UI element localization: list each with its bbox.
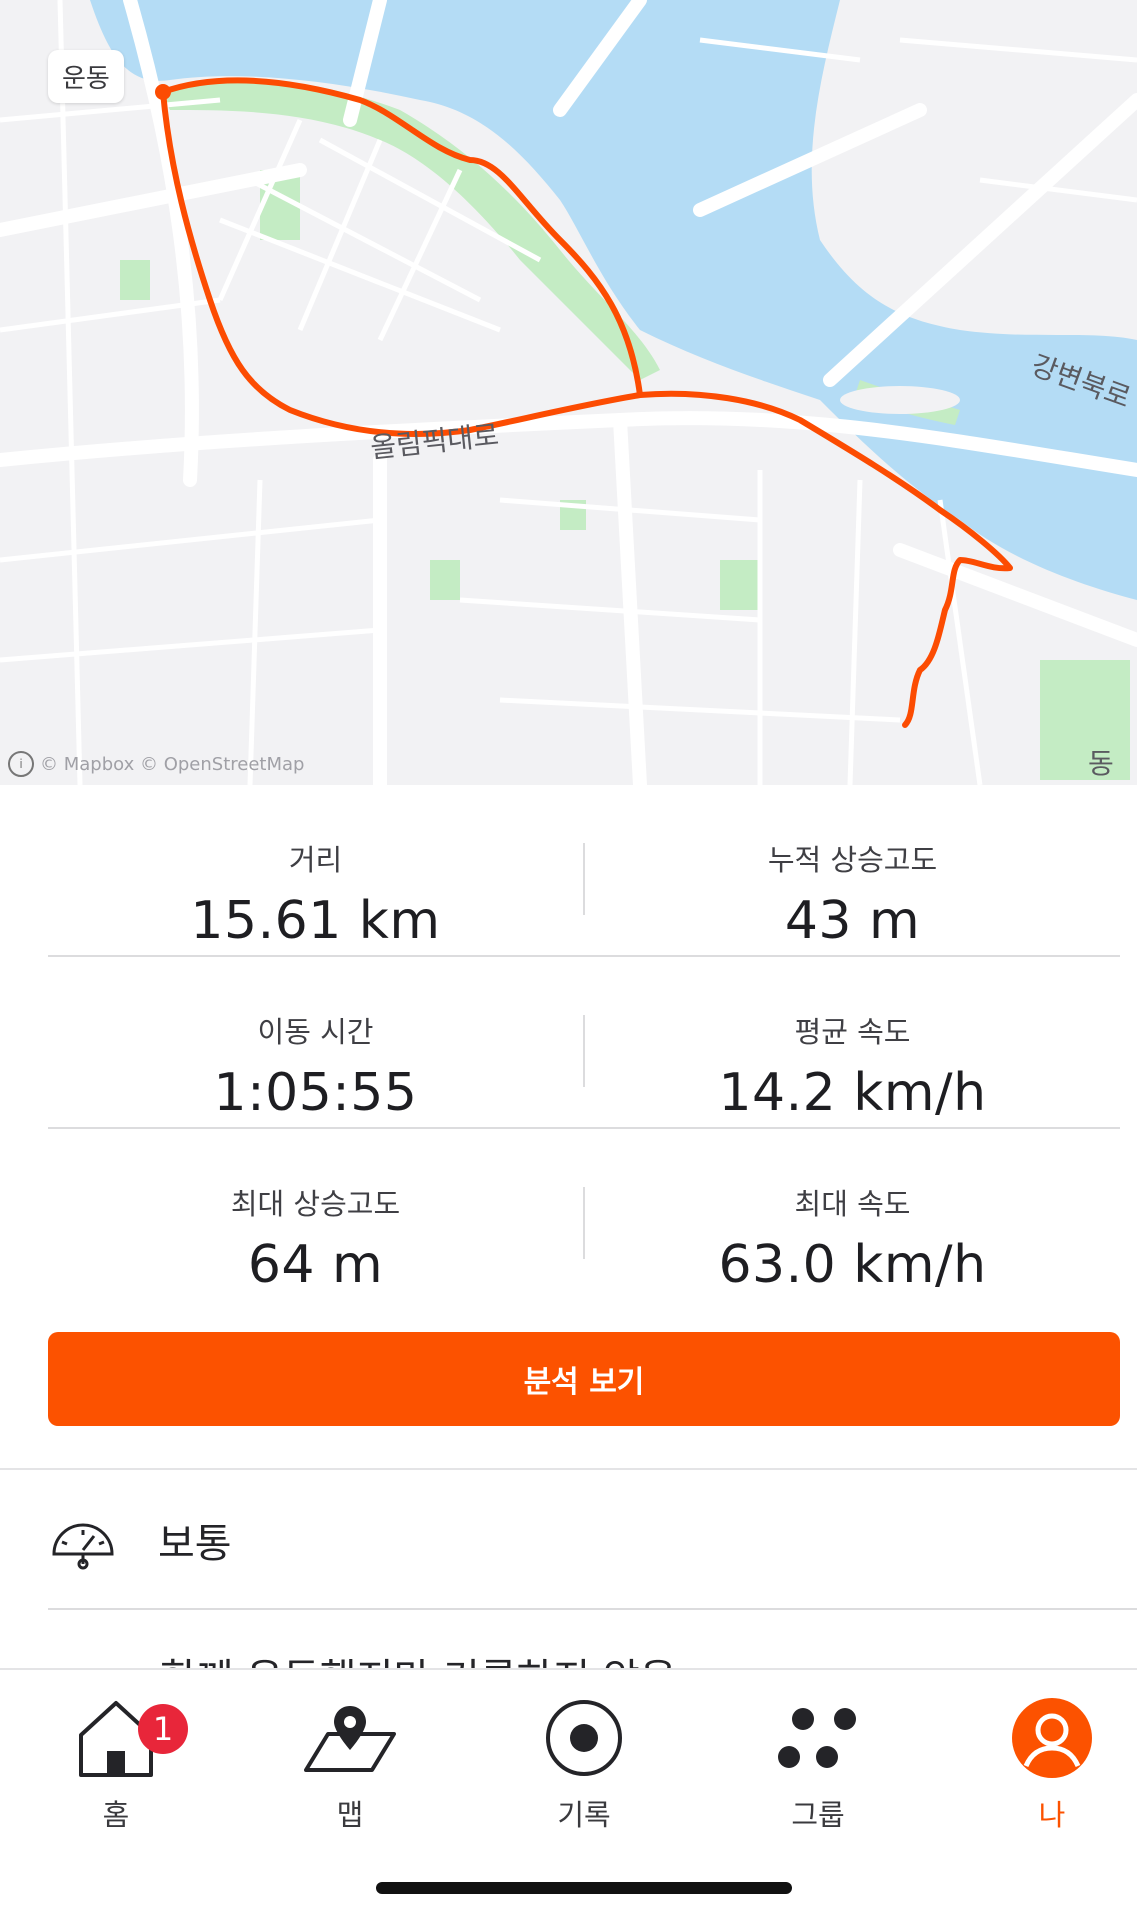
stat-label: 최대 속도 xyxy=(794,1187,911,1221)
tab-home[interactable]: 1 홈 xyxy=(46,1688,188,1834)
tab-label: 나 xyxy=(1038,1798,1066,1832)
stat-max-elevation: 최대 상승고도 64 m xyxy=(48,1129,583,1295)
stat-label: 최대 상승고도 xyxy=(230,1187,401,1221)
groups-icon xyxy=(778,1708,856,1768)
gauge-icon xyxy=(52,1523,114,1570)
record-icon xyxy=(546,1700,622,1776)
stats-row: 거리 15.61 km 누적 상승고도 43 m xyxy=(48,785,1120,957)
tab-profile[interactable]: 나 xyxy=(982,1688,1122,1834)
stat-value: 64 m xyxy=(247,1235,384,1295)
stats-row: 이동 시간 1:05:55 평균 속도 14.2 km/h xyxy=(48,957,1120,1129)
stat-value: 43 m xyxy=(784,891,921,951)
tab-map[interactable]: 맵 xyxy=(280,1688,420,1834)
stat-label: 평균 속도 xyxy=(794,1015,911,1049)
stats-row: 최대 상승고도 64 m 최대 속도 63.0 km/h xyxy=(48,1129,1120,1299)
row-divider xyxy=(48,1608,1137,1610)
stat-elevation-gain: 누적 상승고도 43 m xyxy=(585,785,1120,951)
tab-groups[interactable]: 그룹 xyxy=(748,1688,888,1834)
stat-value: 1:05:55 xyxy=(213,1063,418,1123)
activity-stats: 거리 15.61 km 누적 상승고도 43 m 이동 시간 1:05:55 평… xyxy=(48,785,1120,1299)
stat-avg-speed: 평균 속도 14.2 km/h xyxy=(585,957,1120,1123)
tab-label: 맵 xyxy=(336,1798,364,1832)
info-icon: i xyxy=(8,751,34,777)
map-attribution[interactable]: i © Mapbox © OpenStreetMap xyxy=(8,751,304,777)
place-label: 동작 xyxy=(1088,747,1114,780)
stat-max-speed: 최대 속도 63.0 km/h xyxy=(585,1129,1120,1295)
route-map[interactable]: 운동 올림픽대로 강변북로 동작 i © Mapbox © OpenStreet… xyxy=(0,0,1137,785)
profile-icon xyxy=(1012,1698,1092,1778)
map-canvas xyxy=(0,0,1137,785)
home-indicator[interactable] xyxy=(376,1882,792,1894)
stat-distance: 거리 15.61 km xyxy=(48,785,583,951)
notification-badge: 1 xyxy=(138,1704,188,1754)
tab-label: 그룹 xyxy=(791,1798,845,1832)
stat-moving-time: 이동 시간 1:05:55 xyxy=(48,957,583,1123)
tab-record[interactable]: 기록 xyxy=(514,1688,654,1834)
stat-label: 이동 시간 xyxy=(257,1015,374,1049)
stat-value: 15.61 km xyxy=(190,891,441,951)
effort-label: 보통 xyxy=(158,1521,232,1567)
stat-label: 누적 상승고도 xyxy=(767,843,938,877)
stat-value: 14.2 km/h xyxy=(718,1063,987,1123)
view-analysis-button[interactable]: 분석 보기 xyxy=(48,1332,1120,1426)
tab-label: 기록 xyxy=(557,1798,611,1832)
stat-value: 63.0 km/h xyxy=(718,1235,987,1295)
activity-type-chip: 운동 xyxy=(48,50,124,103)
stat-label: 거리 xyxy=(288,843,343,877)
map-icon xyxy=(304,1706,396,1772)
perceived-effort-row[interactable]: 보통 xyxy=(48,1470,1137,1610)
tab-label: 홈 xyxy=(102,1798,130,1832)
